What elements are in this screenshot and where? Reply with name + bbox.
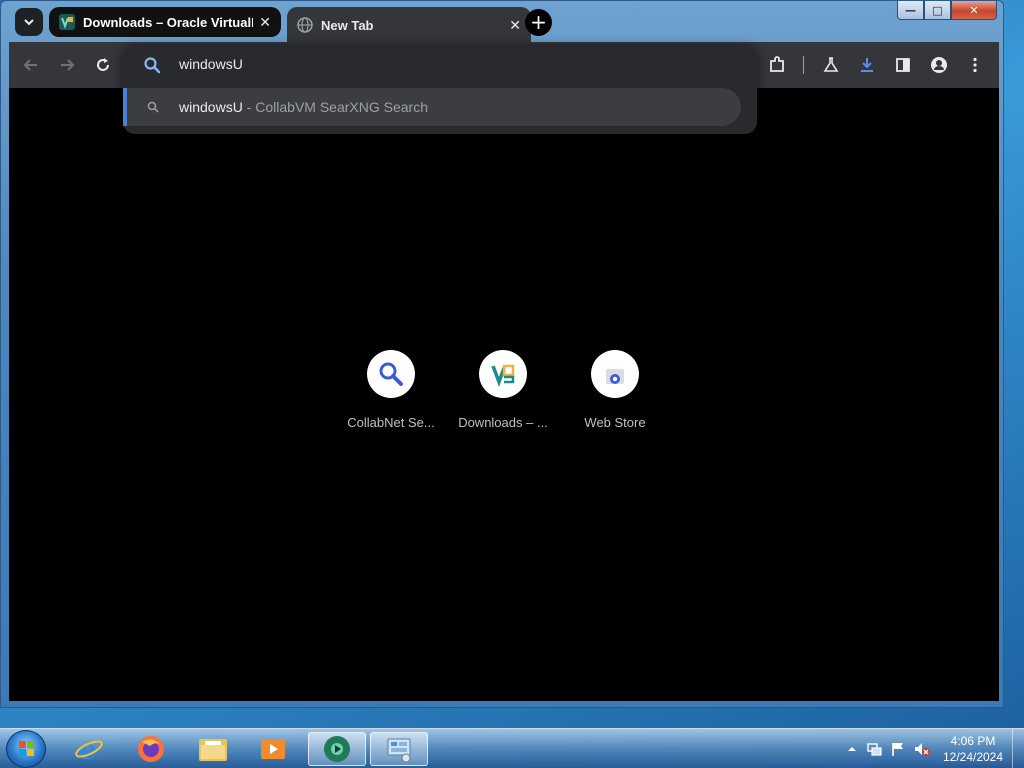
browser-window: — □ ✕ Downloads – Oracle VirtualBox ✕ [0,0,1004,708]
downloads-button[interactable] [855,53,879,77]
virtualbox-icon [59,14,75,30]
close-tab-icon[interactable]: ✕ [259,14,271,31]
clock-time: 4:06 PM [950,734,996,748]
suggestion-text: windowsU - CollabVM SearXNG Search [179,99,428,115]
account-icon [931,57,947,73]
extensions-button[interactable] [765,53,789,77]
taskbar: e 4:06 PM 12/24/2024 [0,728,1024,768]
file-explorer-icon [199,739,227,761]
chrome-icon [324,736,350,762]
shortcut-label: CollabNet Se... [347,415,435,430]
more-vert-icon [973,57,977,73]
labs-button[interactable] [819,53,843,77]
start-button[interactable] [6,730,46,768]
new-tab-page: CollabNet Se... Downloads – ... Web Stor… [9,88,999,701]
profile-button[interactable] [927,53,951,77]
toolbar-divider [803,56,804,74]
search-magnifier-icon [379,362,403,386]
tab-search-button[interactable] [15,8,43,36]
tab-new-tab[interactable]: New Tab ✕ [287,7,531,43]
shortcut-label: Downloads – ... [458,415,548,430]
shortcut-downloads[interactable]: Downloads – ... [447,350,559,430]
volume-muted-icon[interactable] [914,741,930,757]
suggestion-query: windowsU [179,99,243,115]
forward-button[interactable] [55,53,79,77]
taskbar-chrome[interactable] [308,732,366,766]
close-tab-icon[interactable]: ✕ [509,17,521,34]
tab-virtualbox-downloads[interactable]: Downloads – Oracle VirtualBox ✕ [49,7,281,37]
arrow-right-icon [61,59,75,71]
chevron-down-icon [24,19,34,26]
flask-icon [823,57,839,72]
windows-logo-icon [19,741,34,756]
network-icon[interactable] [866,741,882,757]
show-desktop-button[interactable] [1012,729,1024,768]
address-input[interactable]: windowsU [179,56,243,72]
new-tab-button[interactable]: + [525,9,552,36]
suggestion-provider: CollabVM SearXNG Search [255,99,429,115]
firefox-icon [138,736,164,762]
shortcut-web-store[interactable]: Web Store [559,350,671,430]
taskbar-file-explorer[interactable] [188,732,238,766]
side-panel-button[interactable] [891,53,915,77]
chrome-web-store-icon [606,369,624,384]
shortcut-label: Web Store [584,415,646,430]
shortcut-collabnet-search[interactable]: CollabNet Se... [335,350,447,430]
tab-title: Downloads – Oracle VirtualBox [83,14,253,30]
action-center-flag-icon[interactable] [890,741,906,757]
svg-text:e: e [79,734,97,764]
taskbar-clock[interactable]: 4:06 PM 12/24/2024 [936,733,1010,765]
download-icon [861,58,873,72]
menu-button[interactable] [963,53,987,77]
suggestion-separator: - [242,99,256,115]
media-player-icon [261,739,285,759]
shortcut-icon-circle [479,350,527,398]
internet-explorer-icon: e [75,734,103,764]
clock-date: 12/24/2024 [942,750,1004,764]
tab-strip: Downloads – Oracle VirtualBox ✕ New Tab … [9,1,999,43]
taskbar-internet-explorer[interactable]: e [64,732,114,766]
taskbar-control-panel[interactable] [370,732,428,766]
show-hidden-icons-icon[interactable] [844,741,860,757]
puzzle-icon [770,56,784,72]
address-bar[interactable]: windowsU [123,44,757,86]
tab-title: New Tab [321,17,374,33]
search-icon [144,57,161,74]
reload-button[interactable] [91,53,115,77]
arrow-left-icon [23,59,37,71]
taskbar-firefox[interactable] [126,732,176,766]
taskbar-media-player[interactable] [248,732,298,766]
globe-icon [297,17,313,33]
side-panel-icon [896,58,910,72]
reload-icon [97,58,109,71]
omnibox-suggestion[interactable]: windowsU - CollabVM SearXNG Search [123,88,741,126]
virtualbox-icon [491,364,515,388]
shortcut-icon-circle [367,350,415,398]
control-panel-icon [387,738,411,763]
omnibox-dropdown: windowsU windowsU - CollabVM SearXNG Sea… [123,44,757,134]
back-button[interactable] [19,53,43,77]
search-icon [147,101,159,113]
shortcut-icon-circle [591,350,639,398]
